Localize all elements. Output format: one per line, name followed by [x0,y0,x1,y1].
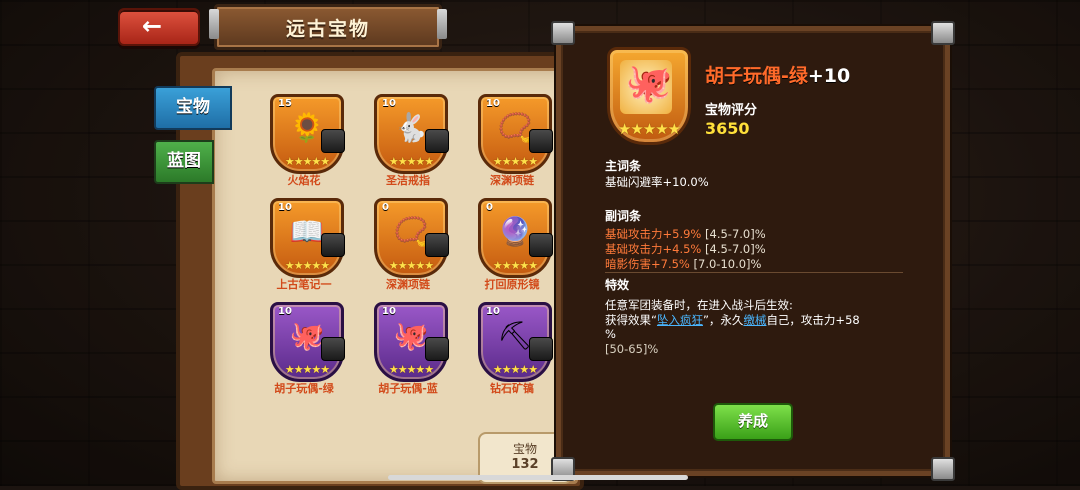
treasure-item[interactable]: 10 🐙 ★★★★★ 胡子玩偶-蓝 [362,302,454,412]
sub-attr-range: [4.5-7.0]% [705,227,766,241]
effect-line-2: 获得效果“坠入疯狂”，永久缴械自己，攻击力+58 [605,312,860,328]
effect-text-b: ”，永久 [702,313,744,327]
cthulhu-doll-icon: 🐙 [625,61,673,105]
item-name: 胡子玩偶-绿 [274,382,334,395]
item-frame: 15 🌻 ★★★★★ [270,94,345,174]
item-chip-icon [529,233,553,257]
treasure-item[interactable]: 0 🔮 ★★★★★ 打回原形镜 [466,198,558,308]
sub-attr-text: 暗影伤害+7.5% [605,257,690,271]
main-attr-header: 主词条 [605,159,642,173]
item-level: 10 [382,306,396,317]
effect-text-a: 获得效果“ [605,313,657,327]
item-stars: ★★★★★ [284,155,330,168]
item-frame: 0 📿 ★★★★★ [374,198,449,278]
treasure-item[interactable]: 0 📿 ★★★★★ 深渊项链 [362,198,454,308]
back-button[interactable]: ← [118,8,200,46]
item-level: 10 [486,98,500,109]
sub-attr-row: 暗影伤害+7.5% [7.0-10.0]% [605,256,761,272]
item-frame: 0 🔮 ★★★★★ [478,198,553,278]
item-chip-icon [321,337,345,361]
rating-label: 宝物评分 [705,103,758,118]
item-chip-icon [425,337,449,361]
item-chip-icon [321,129,345,153]
effect-header: 特效 [605,278,630,292]
effect-link-disarm[interactable]: 缴械 [743,313,766,327]
cultivate-button[interactable]: 养成 [713,403,793,441]
effect-link-madness[interactable]: 坠入疯狂 [657,313,703,327]
rivet-top-right [931,21,955,45]
item-name: 深渊项链 [490,174,534,187]
item-chip-icon [425,129,449,153]
treasure-item[interactable]: 10 📖 ★★★★★ 上古笔记一 [258,198,350,308]
main-attr: 基础闪避率+10.0% [605,175,709,189]
rivet-top-left [551,21,575,45]
item-title-name: 胡子玩偶-绿 [705,65,808,87]
back-arrow-icon: ← [142,12,163,40]
item-stars: ★★★★★ [388,155,434,168]
sub-attr-text: 基础攻击力+5.9% [605,227,702,241]
tab-treasure[interactable]: 宝物 [154,86,232,130]
item-stars: ★★★★★ [388,259,434,272]
item-stars: ★★★★★ [492,363,538,376]
treasure-item[interactable]: 15 🌻 ★★★★★ 火焰花 [258,94,350,204]
tab-blueprint[interactable]: 蓝图 [154,140,214,184]
item-level: 15 [278,98,292,109]
effect-line-1: 任意军团装备时，在进入战斗后生效: [605,298,793,312]
badge-stars: ★★★★★ [617,120,681,138]
item-chip-icon [529,337,553,361]
sub-attr-row: 基础攻击力+4.5% [4.5-7.0]% [605,241,766,257]
item-chip-icon [529,129,553,153]
section-divider [605,272,903,273]
item-level: 0 [382,202,389,213]
item-frame: 10 🐙 ★★★★★ [374,302,449,382]
item-title-level: +10 [807,65,851,87]
item-chip-icon [425,233,449,257]
title-plate: 远古宝物 [209,4,447,50]
item-name: 火焰花 [287,174,321,187]
sub-attr-range: [7.0-10.0]% [693,257,762,271]
item-frame: 10 📖 ★★★★★ [270,198,345,278]
treasure-item[interactable]: 10 🐙 ★★★★★ 胡子玩偶-绿 [258,302,350,412]
item-level: 10 [278,306,292,317]
item-level: 10 [486,306,500,317]
item-stars: ★★★★★ [492,155,538,168]
treasure-item[interactable]: 10 📿 ★★★★★ 深渊项链 [466,94,558,204]
item-name: 圣洁戒指 [386,174,430,187]
item-frame: 10 🐙 ★★★★★ [270,302,345,382]
item-frame: 10 📿 ★★★★★ [478,94,553,174]
sub-attr-header: 副词条 [605,209,642,223]
item-stars: ★★★★★ [388,363,434,376]
effect-text-c: 自己，攻击力+58 [766,313,860,327]
item-level: 10 [382,98,396,109]
item-frame: 10 🐇 ★★★★★ [374,94,449,174]
sub-attr-text: 基础攻击力+4.5% [605,242,702,256]
rivet-bottom-right [931,457,955,481]
item-chip-icon [321,233,345,257]
treasure-badge: 🐙 ★★★★★ [607,47,691,145]
treasure-item[interactable]: 10 ⛏ ★★★★★ 钻石矿镐 [466,302,558,412]
item-name: 打回原形镜 [484,278,540,291]
sub-attr-row: 基础攻击力+5.9% [4.5-7.0]% [605,226,766,242]
item-stars: ★★★★★ [284,259,330,272]
item-title: 胡子玩偶-绿+10 [705,61,850,88]
treasure-detail-panel: 🐙 ★★★★★ 胡子玩偶-绿+10 宝物评分 3650 主词条 基础闪避率+10… [551,21,955,481]
item-stars: ★★★★★ [492,259,538,272]
effect-line-3: % [605,327,616,341]
item-name: 上古笔记一 [276,278,332,291]
effect-range: [50-65]% [605,342,659,356]
sub-attr-range: [4.5-7.0]% [705,242,766,256]
item-name: 钻石矿镐 [490,382,534,395]
item-level: 10 [278,202,292,213]
item-name: 深渊项链 [386,278,430,291]
home-indicator [388,475,688,480]
item-level: 0 [486,202,493,213]
item-name: 胡子玩偶-蓝 [378,382,438,395]
item-stars: ★★★★★ [284,363,330,376]
treasure-item[interactable]: 10 🐇 ★★★★★ 圣洁戒指 [362,94,454,204]
page-title: 远古宝物 [285,18,370,40]
item-frame: 10 ⛏ ★★★★★ [478,302,553,382]
rating-value: 3650 [705,119,750,138]
